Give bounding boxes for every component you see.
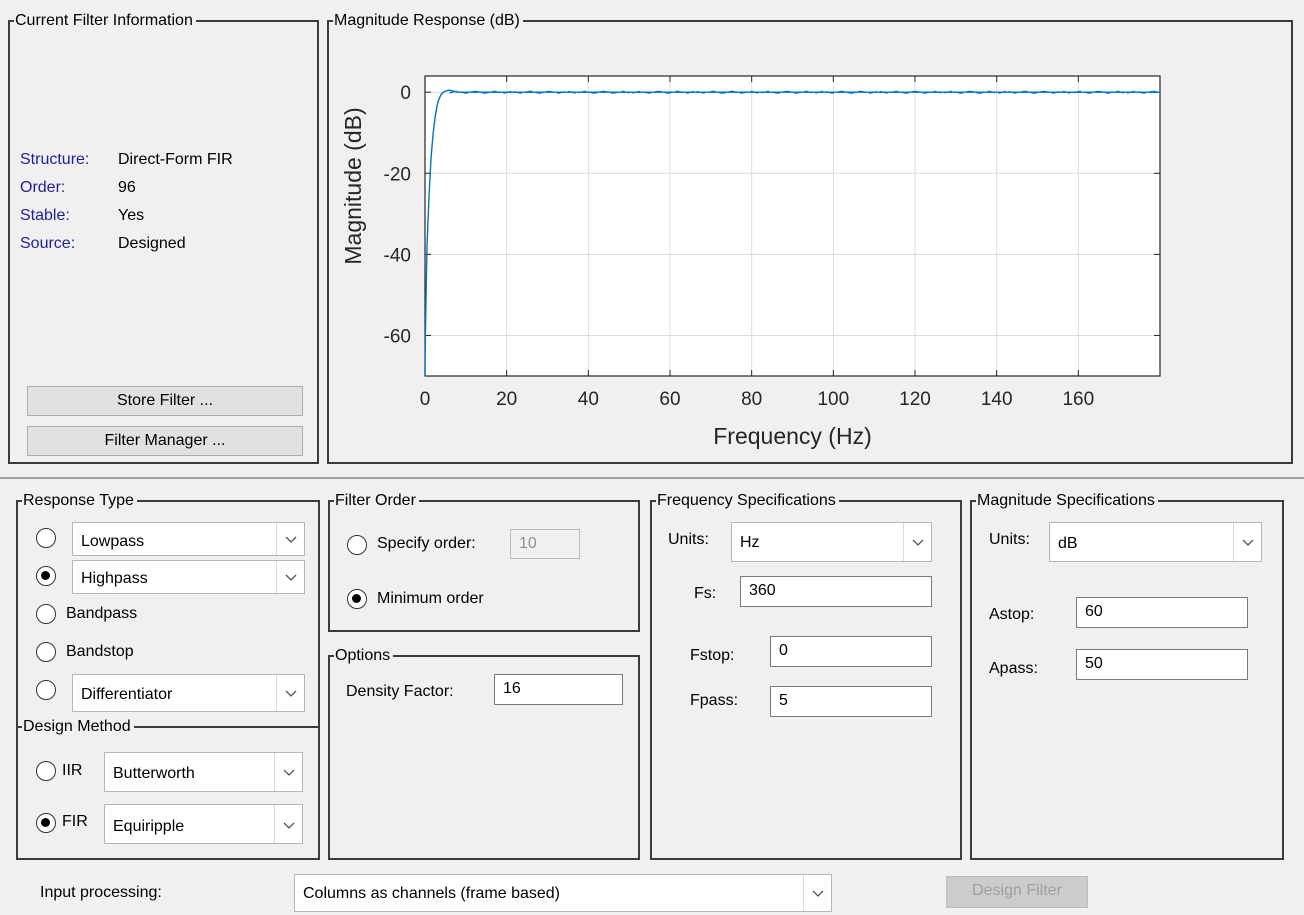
input-processing-value: Columns as channels (frame based) [303,885,561,902]
lowpass-radio[interactable] [36,528,56,548]
density-factor-input[interactable]: 16 [494,674,623,705]
apass-input[interactable]: 50 [1076,649,1248,680]
fir-label[interactable]: FIR [62,813,88,831]
design-method-title: Design Method [22,717,134,737]
specify-order-radio[interactable] [347,535,367,555]
x-tick-label: 0 [420,389,431,410]
lowpass-select-label: Lowpass [81,533,145,550]
bandstop-radio[interactable] [36,642,56,662]
differentiator-select[interactable]: Differentiator [72,674,305,712]
highpass-select[interactable]: Highpass [72,560,305,594]
fs-label: Fs: [694,585,717,602]
iir-radio[interactable] [36,761,56,781]
differentiator-radio[interactable] [36,680,56,700]
astop-label: Astop: [989,606,1035,623]
fstop-input[interactable]: 0 [770,636,932,667]
x-tick-label: 140 [981,389,1013,410]
chevron-down-icon [803,875,831,911]
current-filter-info-title: Current Filter Information [14,11,196,31]
y-tick-label: -40 [384,245,411,266]
x-tick-label: 20 [496,389,517,410]
fpass-input[interactable]: 5 [770,686,932,717]
y-axis-label: Magnitude (dB) [340,107,366,264]
apass-label: Apass: [989,660,1038,677]
chevron-down-icon [274,805,302,843]
x-tick-label: 40 [578,389,599,410]
filter-order-panel: Filter Order [328,491,640,632]
magnitude-response-title: Magnitude Response (dB) [333,11,523,31]
mag-units-label: Units: [989,531,1030,548]
y-tick-label: -20 [384,164,411,185]
minimum-order-radio[interactable] [347,589,367,609]
x-tick-label: 120 [899,389,931,410]
fs-input[interactable]: 360 [740,576,932,607]
iir-method-label: Butterworth [113,765,195,782]
freq-units-value: Hz [740,534,760,551]
frequency-specs-title: Frequency Specifications [656,491,839,511]
x-tick-label: 80 [741,389,762,410]
chevron-down-icon [276,561,304,593]
mag-units-value: dB [1058,535,1078,552]
minimum-order-label[interactable]: Minimum order [377,590,484,608]
design-filter-button: Design Filter [946,876,1088,908]
structure-key: Structure: [20,151,90,168]
input-processing-label: Input processing: [40,884,162,901]
fir-radio[interactable] [36,813,56,833]
bandpass-radio[interactable] [36,604,56,624]
highpass-radio[interactable] [36,566,56,586]
input-processing-select[interactable]: Columns as channels (frame based) [294,874,832,912]
response-type-title: Response Type [22,491,137,511]
chevron-down-icon [903,523,931,561]
lowpass-select[interactable]: Lowpass [72,522,305,556]
store-filter-button[interactable]: Store Filter ... [27,386,303,416]
structure-value: Direct-Form FIR [118,151,233,168]
bandstop-label[interactable]: Bandstop [66,643,134,661]
fstop-label: Fstop: [690,647,735,664]
iir-label[interactable]: IIR [62,762,82,780]
y-tick-label: 0 [400,83,411,104]
magnitude-specs-title: Magnitude Specifications [976,491,1158,511]
chevron-down-icon [274,753,302,791]
chevron-down-icon [1233,523,1261,561]
section-divider [0,477,1304,479]
differentiator-select-label: Differentiator [81,686,173,703]
astop-input[interactable]: 60 [1076,597,1248,628]
options-title: Options [334,646,394,666]
chevron-down-icon [276,523,304,555]
freq-units-select[interactable]: Hz [731,522,932,562]
source-value: Designed [118,235,186,252]
specify-order-input: 10 [510,529,580,559]
source-key: Source: [20,235,76,252]
x-axis-label: Frequency (Hz) [713,423,871,449]
density-factor-label: Density Factor: [346,683,454,700]
plot-area [425,76,1160,376]
order-value: 96 [118,179,136,196]
mag-units-select[interactable]: dB [1049,522,1262,562]
magnitude-response-chart: 0 20 40 60 80 100 120 140 160 0 -20 -40 -60 Frequency… [340,75,1161,449]
highpass-select-label: Highpass [81,570,148,587]
x-tick-label: 60 [659,389,680,410]
fpass-label: Fpass: [690,692,739,709]
y-tick-label: -60 [384,326,411,347]
fir-method-select[interactable]: Equiripple [104,804,303,844]
specify-order-label[interactable]: Specify order: [377,535,476,553]
stable-key: Stable: [20,207,70,224]
iir-method-select[interactable]: Butterworth [104,752,303,792]
chevron-down-icon [276,675,304,711]
filter-manager-button[interactable]: Filter Manager ... [27,426,303,456]
bandpass-label[interactable]: Bandpass [66,605,137,623]
freq-units-label: Units: [668,531,709,548]
x-tick-label: 100 [817,389,849,410]
stable-value: Yes [118,207,145,224]
fir-method-label: Equiripple [113,818,185,835]
x-tick-label: 160 [1062,389,1094,410]
filter-order-title: Filter Order [334,491,419,511]
order-key: Order: [20,179,66,196]
